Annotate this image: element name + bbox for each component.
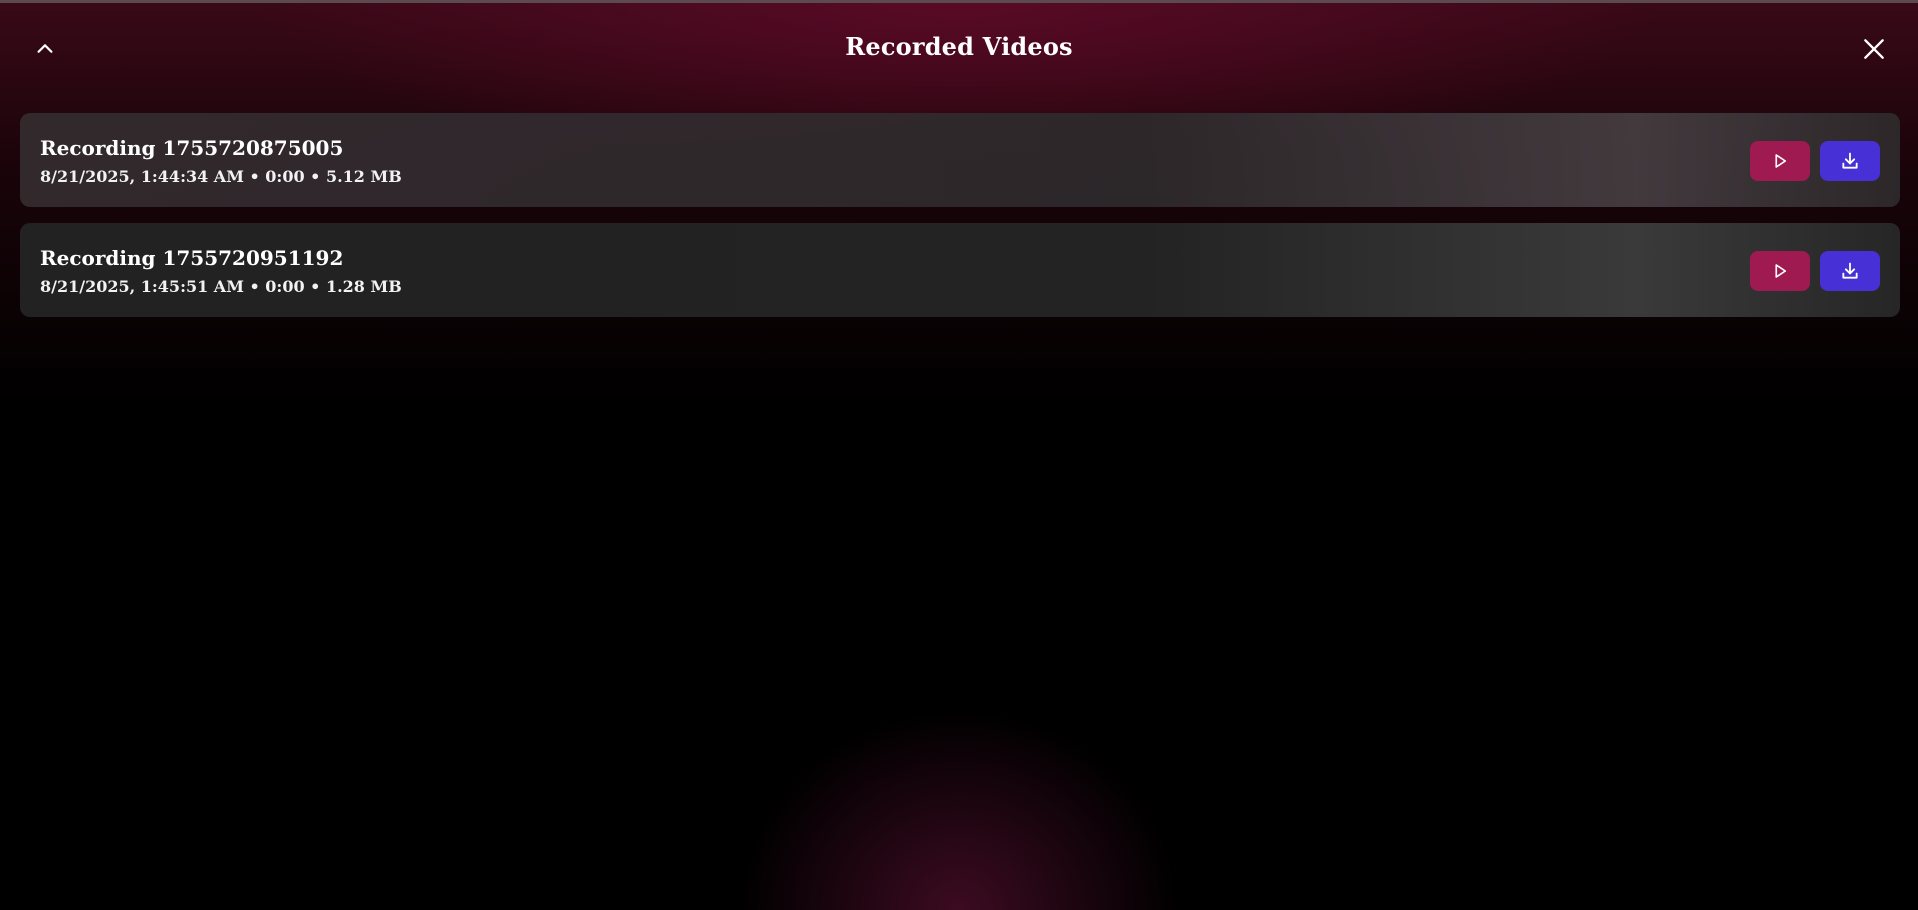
recorded-videos-panel: Recorded Videos Recording 1755720875005 … xyxy=(0,0,1918,910)
recordings-list: Recording 1755720875005 8/21/2025, 1:44:… xyxy=(20,113,1900,333)
recording-name: Recording 1755720951192 xyxy=(40,246,344,270)
close-icon xyxy=(1864,39,1884,59)
play-icon xyxy=(1775,154,1787,168)
page-title: Recorded Videos xyxy=(845,32,1073,61)
recording-item: Recording 1755720875005 8/21/2025, 1:44:… xyxy=(20,113,1900,207)
panel-header: Recorded Videos xyxy=(0,0,1918,100)
download-button[interactable] xyxy=(1820,141,1880,181)
download-icon xyxy=(1842,262,1858,279)
play-button[interactable] xyxy=(1750,141,1810,181)
recording-meta: 8/21/2025, 1:44:34 AM • 0:00 • 5.12 MB xyxy=(40,167,402,186)
recording-item: Recording 1755720951192 8/21/2025, 1:45:… xyxy=(20,223,1900,317)
download-button[interactable] xyxy=(1820,251,1880,291)
play-icon xyxy=(1775,264,1787,278)
recording-meta: 8/21/2025, 1:45:51 AM • 0:00 • 1.28 MB xyxy=(40,277,402,296)
close-button[interactable] xyxy=(1858,33,1890,65)
recording-name: Recording 1755720875005 xyxy=(40,136,344,160)
download-icon xyxy=(1842,152,1858,169)
play-button[interactable] xyxy=(1750,251,1810,291)
